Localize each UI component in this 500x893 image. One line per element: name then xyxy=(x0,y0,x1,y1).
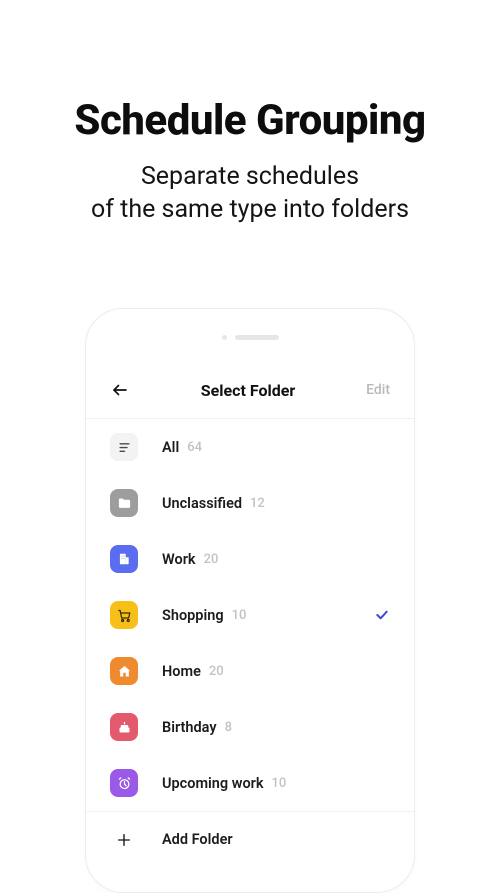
folder-label: Shopping xyxy=(162,607,224,624)
add-folder-row[interactable]: Add Folder xyxy=(86,811,414,867)
clock-icon xyxy=(110,769,138,797)
hero-title: Schedule Grouping xyxy=(0,96,500,145)
back-button[interactable] xyxy=(110,380,130,400)
phone-mockup: Select Folder Edit All 64 Unclassified 12 Wo… xyxy=(85,308,415,893)
folder-row-unclassified[interactable]: Unclassified 12 xyxy=(86,475,414,531)
folder-icon xyxy=(110,489,138,517)
folder-label: Work xyxy=(162,551,196,568)
folder-label: Upcoming work xyxy=(162,775,264,792)
folder-count: 20 xyxy=(209,664,224,679)
folder-row-work[interactable]: Work 20 xyxy=(86,531,414,587)
hero-subtitle-line2: of the same type into folders xyxy=(91,195,409,224)
phone-speaker xyxy=(86,335,414,340)
folder-label: Unclassified xyxy=(162,495,242,512)
folder-label: Birthday xyxy=(162,719,217,736)
list-icon xyxy=(110,433,138,461)
nav-bar: Select Folder Edit xyxy=(86,380,414,400)
folder-count: 10 xyxy=(272,776,287,791)
folder-row-shopping[interactable]: Shopping 10 xyxy=(86,587,414,643)
cake-icon xyxy=(110,713,138,741)
nav-title: Select Folder xyxy=(201,381,295,400)
camera-dot xyxy=(222,335,227,340)
folder-count: 64 xyxy=(187,440,202,455)
home-icon xyxy=(110,657,138,685)
folder-row-upcoming[interactable]: Upcoming work 10 xyxy=(86,755,414,811)
edit-button[interactable]: Edit xyxy=(366,382,390,398)
folder-row-all[interactable]: All 64 xyxy=(86,419,414,475)
hero-subtitle-line1: Separate schedules xyxy=(141,162,359,191)
folder-label: Home xyxy=(162,663,201,680)
folder-row-birthday[interactable]: Birthday 8 xyxy=(86,699,414,755)
cart-icon xyxy=(110,601,138,629)
check-icon xyxy=(374,607,390,623)
building-icon xyxy=(110,545,138,573)
back-arrow-icon xyxy=(111,381,129,399)
folder-list: All 64 Unclassified 12 Work 20 Shopping 10 Home 2… xyxy=(86,419,414,811)
speaker-slot xyxy=(235,335,279,340)
folder-label: All xyxy=(162,439,179,456)
add-folder-label: Add Folder xyxy=(162,831,233,848)
hero-subtitle: Separate schedules of the same type into… xyxy=(0,161,500,226)
folder-count: 8 xyxy=(225,720,232,735)
plus-icon xyxy=(110,832,138,848)
folder-row-home[interactable]: Home 20 xyxy=(86,643,414,699)
folder-count: 20 xyxy=(204,552,219,567)
folder-count: 10 xyxy=(232,608,247,623)
folder-count: 12 xyxy=(250,496,265,511)
